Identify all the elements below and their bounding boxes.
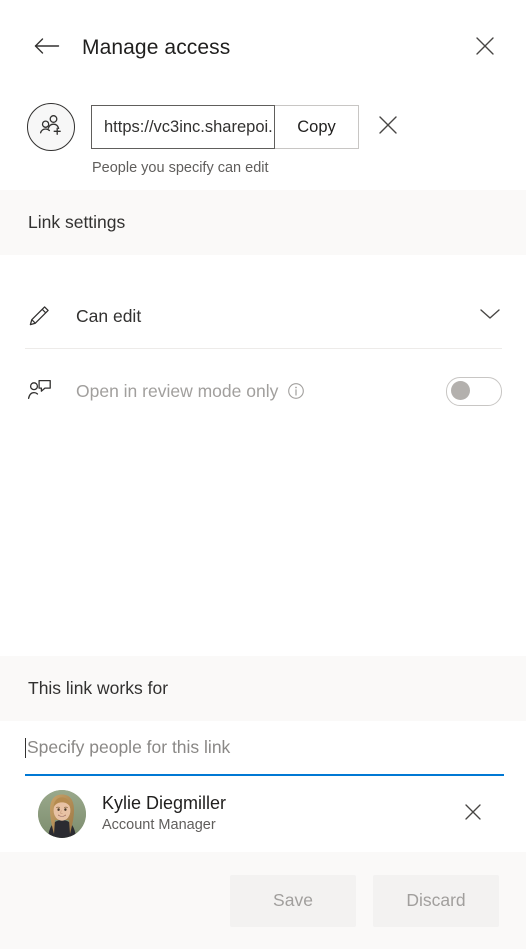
- info-icon[interactable]: [287, 382, 305, 400]
- person-role: Account Manager: [102, 817, 216, 834]
- panel-header: Manage access: [0, 0, 526, 96]
- chevron-down-icon: [478, 306, 502, 327]
- review-mode-label: Open in review mode only: [76, 380, 279, 401]
- flex-gap: [0, 416, 526, 656]
- page-title: Manage access: [82, 36, 231, 59]
- close-icon: [377, 114, 399, 141]
- people-picker-placeholder: Specify people for this link: [27, 737, 231, 757]
- discard-button[interactable]: Discard: [373, 874, 499, 927]
- text-caret: [25, 737, 26, 758]
- link-settings-title: Link settings: [28, 212, 126, 232]
- link-url-group: https://vc3inc.sharepoi... Copy: [91, 105, 359, 149]
- list-item: Kylie Diegmiller Account Manager: [25, 776, 504, 852]
- permission-selector-row[interactable]: Can edit: [0, 291, 526, 341]
- close-icon: [463, 802, 483, 827]
- people-picker-section: Specify people for this link Kylie Diegm…: [0, 721, 526, 852]
- link-permission-description: People you specify can edit: [92, 160, 269, 176]
- person-comment-icon: [26, 378, 60, 404]
- works-for-band: This link works for: [0, 656, 526, 721]
- people-add-icon: [37, 113, 65, 142]
- remove-link-button[interactable]: [371, 110, 405, 144]
- manage-access-panel: Manage access https://vc3inc.sharepoi...…: [0, 0, 526, 949]
- close-panel-button[interactable]: [468, 31, 502, 65]
- people-picker-input[interactable]: Specify people for this link: [25, 721, 504, 776]
- avatar: [38, 790, 86, 838]
- arrow-left-icon: [33, 36, 61, 61]
- link-settings-band: Link settings: [0, 190, 526, 255]
- person-name: Kylie Diegmiller: [102, 792, 227, 813]
- copy-link-button[interactable]: Copy: [275, 105, 359, 149]
- panel-footer: Save Discard: [0, 852, 526, 949]
- close-icon: [474, 35, 496, 62]
- link-url-input[interactable]: https://vc3inc.sharepoi...: [91, 105, 275, 149]
- share-link-row: https://vc3inc.sharepoi... Copy: [0, 96, 526, 158]
- toggle-knob: [451, 380, 470, 400]
- remove-person-button[interactable]: [456, 797, 490, 831]
- works-for-title: This link works for: [28, 678, 169, 698]
- link-settings-area: Can edit Open in review mode only: [0, 255, 526, 416]
- review-mode-row[interactable]: Open in review mode only: [0, 366, 526, 416]
- pencil-icon: [26, 303, 60, 329]
- people-add-badge: [27, 103, 75, 151]
- back-button[interactable]: [30, 31, 64, 65]
- settings-divider: [25, 348, 502, 349]
- person-info: Kylie Diegmiller Account Manager: [102, 792, 456, 836]
- review-mode-toggle[interactable]: [446, 376, 502, 406]
- save-button[interactable]: Save: [230, 874, 356, 927]
- permission-label: Can edit: [76, 305, 142, 326]
